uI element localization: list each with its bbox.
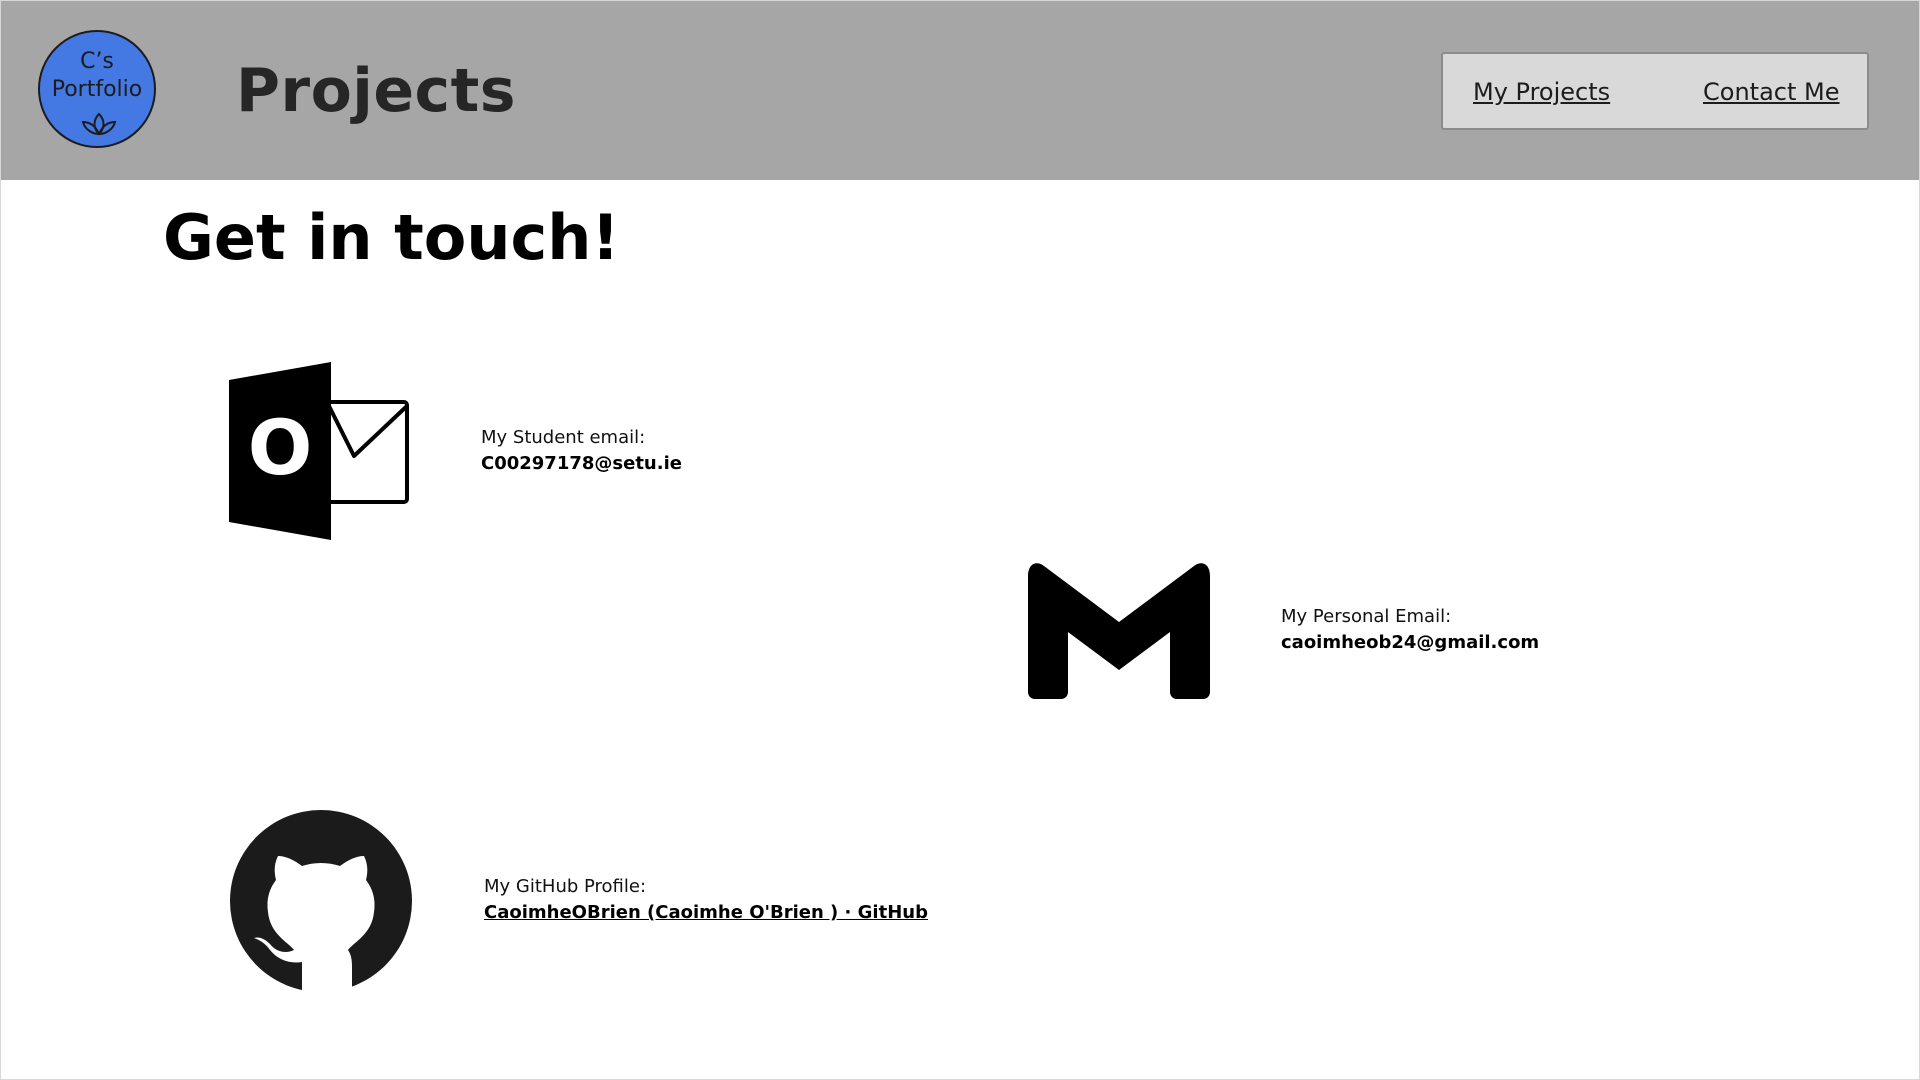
- github-profile-link[interactable]: CaoimheOBrien (Caoimhe O'Brien ) · GitHu…: [484, 900, 928, 926]
- svg-text:O: O: [248, 403, 313, 492]
- page: C’s Portfolio Projects My Projects Conta…: [0, 0, 1920, 1080]
- logo-line-2: Portfolio: [51, 77, 143, 102]
- nav-link-contact-me[interactable]: Contact Me: [1703, 78, 1839, 106]
- personal-email-value[interactable]: caoimheob24@gmail.com: [1281, 630, 1539, 656]
- student-email-value[interactable]: C00297178@setu.ie: [481, 451, 682, 477]
- portfolio-logo[interactable]: C’s Portfolio: [38, 30, 156, 148]
- contact-label: My Student email:: [481, 427, 646, 448]
- contact-label: My Personal Email:: [1281, 606, 1452, 627]
- main-nav: My Projects Contact Me: [1441, 52, 1869, 130]
- contact-label: My GitHub Profile:: [484, 876, 647, 897]
- github-icon[interactable]: [230, 810, 412, 992]
- contact-github: My GitHub Profile: CaoimheOBrien (Caoimh…: [484, 874, 928, 926]
- page-title: Projects: [236, 56, 517, 126]
- contact-personal-email: My Personal Email: caoimheob24@gmail.com: [1281, 604, 1539, 656]
- lotus-icon: [81, 112, 117, 136]
- section-heading: Get in touch!: [163, 201, 620, 274]
- outlook-icon[interactable]: O: [229, 362, 411, 540]
- site-header: C’s Portfolio Projects My Projects Conta…: [1, 1, 1919, 180]
- contact-student-email: My Student email: C00297178@setu.ie: [481, 425, 682, 477]
- gmail-icon[interactable]: [1028, 562, 1210, 700]
- logo-line-1: C’s: [80, 49, 114, 74]
- nav-link-my-projects[interactable]: My Projects: [1473, 78, 1610, 106]
